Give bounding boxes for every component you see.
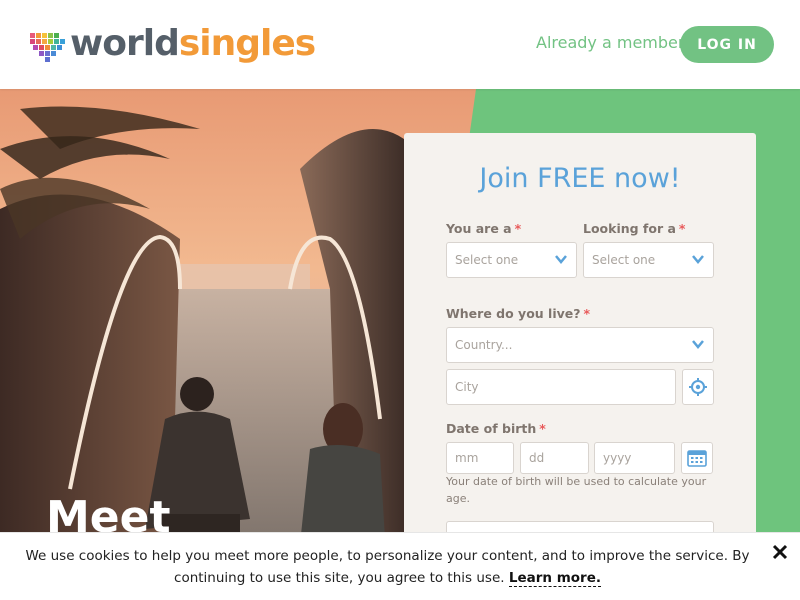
chevron-down-icon [692,340,704,349]
looking-for-select[interactable]: Select one [583,242,714,278]
you-are-select[interactable]: Select one [446,242,577,278]
crosshair-icon [689,378,707,396]
logo-text-singles: singles [178,23,316,64]
form-title: Join FREE now! [479,163,681,194]
chevron-down-icon [692,255,704,264]
city-placeholder: City [455,380,479,394]
login-button[interactable]: LOG IN [680,26,774,63]
dob-label-text: Date of birth [446,421,537,436]
learn-more-link[interactable]: Learn more. [508,570,601,587]
dob-year-placeholder: yyyy [603,451,632,465]
dob-year-input[interactable]: yyyy [594,442,675,474]
where-live-label: Where do you live? * [446,306,590,321]
calendar-icon [687,450,707,467]
looking-for-label: Looking for a * [583,221,685,236]
join-form: Join FREE now! You are a * Select one Loo… [404,133,756,600]
locate-me-button[interactable] [682,369,714,405]
you-are-label-text: You are a [446,221,512,236]
dob-label: Date of birth * [446,421,546,436]
city-input[interactable]: City [446,369,676,405]
dob-hint: Your date of birth will be used to calcu… [446,475,707,505]
cookie-banner: We use cookies to help you meet more peo… [0,532,800,600]
chevron-down-icon [555,255,567,264]
where-live-label-text: Where do you live? [446,306,581,321]
calendar-button[interactable] [681,442,713,474]
you-are-select-value: Select one [455,253,519,267]
country-select-value: Country... [455,338,513,352]
required-mark: * [583,306,591,321]
close-icon[interactable] [768,540,792,564]
looking-for-select-value: Select one [592,253,656,267]
dob-day-input[interactable]: dd [520,442,589,474]
cookie-text: We use cookies to help you meet more peo… [0,545,775,589]
logo-mark-icon [30,33,65,62]
logo-text-world: world [70,23,180,64]
cookie-message: We use cookies to help you meet more peo… [25,548,750,586]
country-select[interactable]: Country... [446,327,714,363]
you-are-label: You are a * [446,221,521,236]
site-logo[interactable]: worldsingles [28,22,316,66]
site-header: worldsingles Already a member? LOG IN [0,0,800,89]
dob-day-placeholder: dd [529,451,545,465]
required-mark: * [678,221,686,236]
dob-month-input[interactable]: mm [446,442,514,474]
dob-month-placeholder: mm [455,451,479,465]
required-mark: * [514,221,522,236]
required-mark: * [539,421,546,436]
already-member-link[interactable]: Already a member? [536,33,693,52]
looking-for-label-text: Looking for a [583,221,676,236]
